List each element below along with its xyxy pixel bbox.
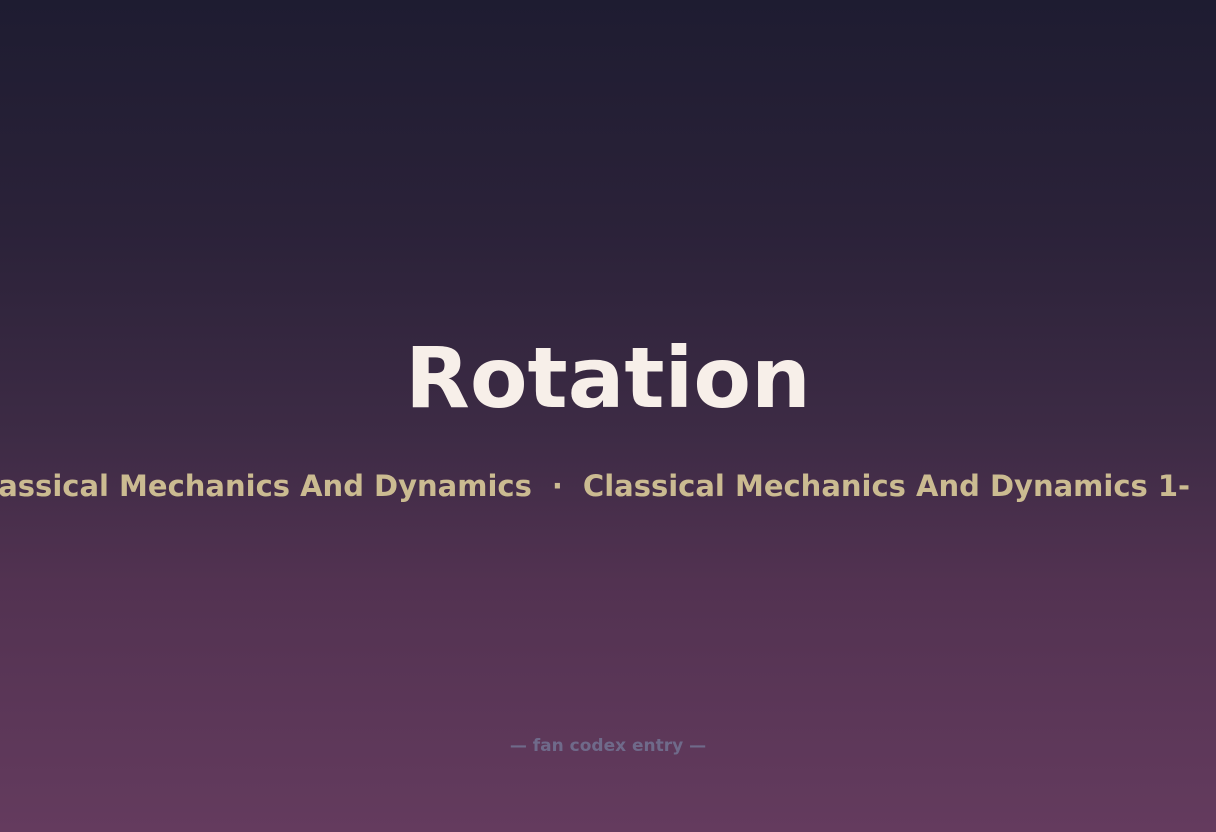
footer-note: — fan codex entry —	[509, 736, 707, 756]
ticker-item: Classical Mechanics And Dynamics	[0, 469, 532, 503]
ticker-item: Classical Mechanics And Dynamics 1-	[582, 469, 1191, 503]
page-title: Rotation	[405, 329, 811, 427]
subtitle-ticker: Classical Mechanics And Dynamics · Classic…	[0, 466, 1216, 506]
ticker-track: Classical Mechanics And Dynamics · Classic…	[0, 466, 1190, 506]
ticker-separator: ·	[551, 469, 563, 503]
